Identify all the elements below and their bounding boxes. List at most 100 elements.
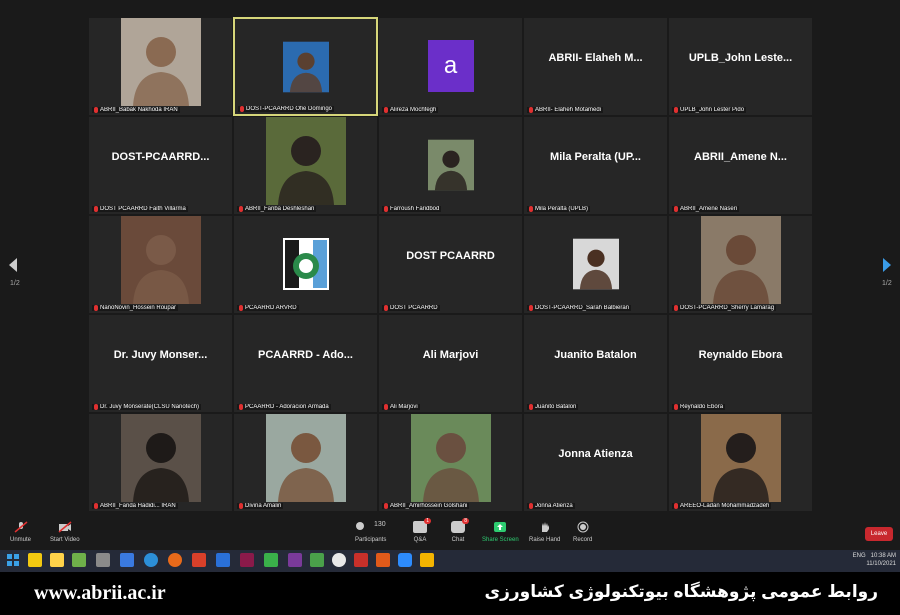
firefox-icon[interactable] [168, 553, 182, 567]
page-indicator-right: 1/2 [882, 280, 892, 287]
system-tray: ENG 10:38 AM 11/10/2021 [853, 552, 896, 568]
participant-name-label: DOST-PCAARRD Ofie Domingo [238, 106, 335, 112]
zoom-icon[interactable] [398, 553, 412, 567]
participant-name: ABRII_Farida Hadidi... IRAN [100, 503, 176, 509]
qa-button[interactable]: 1 Q&A [413, 518, 431, 543]
participant-name: DOST-PCAARRD_Sarah Balbieran [535, 305, 630, 311]
participant-name: Alireza Mochfegh [390, 107, 437, 113]
participant-tile[interactable]: DOST-PCAARRD... DOST PCAARRD Faith Villar… [88, 116, 233, 215]
participant-tile[interactable]: ABRII_Fariba Deshleshan [233, 116, 378, 215]
mic-muted-icon [239, 206, 243, 212]
participant-tile[interactable]: DOST-PCAARRD_Sherry Lamarag [668, 215, 813, 314]
app-icon[interactable] [310, 553, 324, 567]
person-photo [700, 216, 781, 304]
mic-muted-icon [384, 305, 388, 311]
participant-tile[interactable]: Juanito Batalon Juanito Batalon [523, 314, 668, 413]
chat-badge: 8 [462, 518, 469, 524]
participant-tile[interactable]: ABRII_Amirhossein Golshani [378, 413, 523, 512]
share-screen-icon [494, 522, 507, 532]
participant-tile[interactable]: DOST PCAARRD DOST PCAARRD [378, 215, 523, 314]
start-video-button[interactable]: Start Video [50, 521, 80, 543]
tools-icon[interactable] [96, 553, 110, 567]
sticky-notes-icon[interactable] [50, 553, 64, 567]
participant-display-name: DOST PCAARRD [406, 250, 495, 262]
participant-display-name: Mila Peralta (UP... [550, 151, 641, 163]
messenger-icon[interactable] [264, 553, 278, 567]
file-explorer-icon[interactable] [28, 553, 42, 567]
participant-tile[interactable]: DOST-PCAARRD_Sarah Balbieran [523, 215, 668, 314]
clock-date[interactable]: 11/10/2021 [866, 561, 896, 567]
participant-tile[interactable]: ABRII_Farida Hadidi... IRAN [88, 413, 233, 512]
participant-name-label: NanoNovin_Hossein Roupar [92, 305, 179, 311]
raise-hand-label: Raise Hand [529, 537, 561, 543]
participant-tile[interactable]: Dr. Juvy Monser... Dr. Juvy Monserate(CLS… [88, 314, 233, 413]
chrome-icon[interactable] [332, 553, 346, 567]
indesign-icon[interactable] [240, 553, 254, 567]
person-photo [265, 117, 346, 205]
leave-button[interactable]: Leave [865, 527, 893, 541]
participant-tile[interactable]: NanoNovin_Hossein Roupar [88, 215, 233, 314]
mail-icon[interactable] [216, 553, 230, 567]
participant-name-label: ABRII_Amirhossein Golshani [382, 503, 470, 509]
participant-name-label: ABRII_Farida Hadidi... IRAN [92, 503, 178, 509]
app-icon[interactable] [288, 553, 302, 567]
store-icon[interactable] [120, 553, 134, 567]
mic-muted-icon [529, 206, 533, 212]
participant-display-name: UPLB_John Leste... [688, 52, 793, 64]
office-icon[interactable] [192, 553, 206, 567]
participant-name: ABRII_Babak Nakhoda IRAN [100, 107, 178, 113]
unmute-button[interactable]: Unmute [10, 521, 31, 543]
participants-icon: 130 [355, 521, 386, 533]
person-photo [265, 414, 346, 502]
participant-tile[interactable]: Farroush Faridbod [378, 116, 523, 215]
mic-muted-icon [674, 503, 678, 509]
language-indicator[interactable]: ENG [853, 553, 866, 559]
participant-tile[interactable]: Jonna Atienza Jonna Atienza [523, 413, 668, 512]
mic-muted-icon [384, 107, 388, 113]
unmute-label: Unmute [10, 537, 32, 543]
powerpoint-icon[interactable] [354, 553, 368, 567]
participant-tile[interactable]: AREEO-Ladan Mohammadzadeh [668, 413, 813, 512]
mic-muted-icon [674, 107, 678, 113]
participant-name: Dr. Juvy Monserate(CLSU Nanotech) [100, 404, 200, 410]
hand-icon [541, 522, 549, 532]
participant-tile[interactable]: Mila Peralta (UP... Mila Peralta (UPLB) [523, 116, 668, 215]
mic-muted-icon [94, 503, 98, 509]
mic-muted-icon [240, 106, 244, 112]
participant-tile[interactable]: ABRII_Babak Nakhoda IRAN [88, 17, 233, 116]
participant-tile[interactable]: Reynaldo Ebora Reynaldo Ebora [668, 314, 813, 413]
raise-hand-button[interactable]: Raise Hand [529, 521, 560, 543]
share-screen-button[interactable]: Share Screen [482, 521, 519, 543]
participant-tile[interactable]: DOST-PCAARRD Ofie Domingo [233, 17, 378, 116]
participant-name-label: PCAARRD ARVRD [237, 305, 299, 311]
participant-name: ABRII_Amirhossein Golshani [390, 503, 468, 509]
participant-video [265, 414, 346, 502]
participant-tile[interactable]: ABRII- Elaheh M... ABRII- Elaheh Motamedi [523, 17, 668, 116]
participant-tile[interactable]: ABRII_Amene N... ABRII_Amene Naseri [668, 116, 813, 215]
mic-muted-icon [94, 107, 98, 113]
participant-display-name: ABRII- Elaheh M... [548, 52, 643, 64]
windows-start-icon[interactable] [6, 553, 20, 567]
google-drive-icon[interactable] [420, 553, 434, 567]
meeting-toolbar: Unmute Start Video 130 Participants 1 Q&… [0, 517, 900, 550]
participants-button[interactable]: 130 Participants [355, 521, 386, 543]
participant-tile[interactable]: Ali Marjovi Ali Marjovi [378, 314, 523, 413]
participant-name-label: Jonna Atienza [527, 503, 575, 509]
chat-button[interactable]: 8 Chat [451, 518, 469, 543]
internet-explorer-icon[interactable] [144, 553, 158, 567]
participant-name: ABRII_Amene Naseri [680, 206, 738, 212]
app-icon[interactable] [376, 553, 390, 567]
chat-icon: 8 [451, 518, 469, 533]
participant-tile[interactable]: PCAARRD - Ado... PCAARRD - Adoracion Arma… [233, 314, 378, 413]
clock-time[interactable]: 10:38 AM [871, 553, 896, 559]
next-page-arrow-icon[interactable] [882, 257, 892, 273]
prev-page-arrow-icon[interactable] [8, 257, 18, 273]
participant-tile[interactable]: a Alireza Mochfegh [378, 17, 523, 116]
share-screen-label: Share Screen [482, 537, 519, 543]
participant-tile[interactable]: UPLB_John Leste... UPLB_John Lester Pido [668, 17, 813, 116]
participant-tile[interactable]: PCAARRD ARVRD [233, 215, 378, 314]
mic-muted-icon [529, 107, 533, 113]
participant-tile[interactable]: Divina Amalin [233, 413, 378, 512]
record-button[interactable]: Record [573, 521, 592, 543]
app-icon[interactable] [72, 553, 86, 567]
